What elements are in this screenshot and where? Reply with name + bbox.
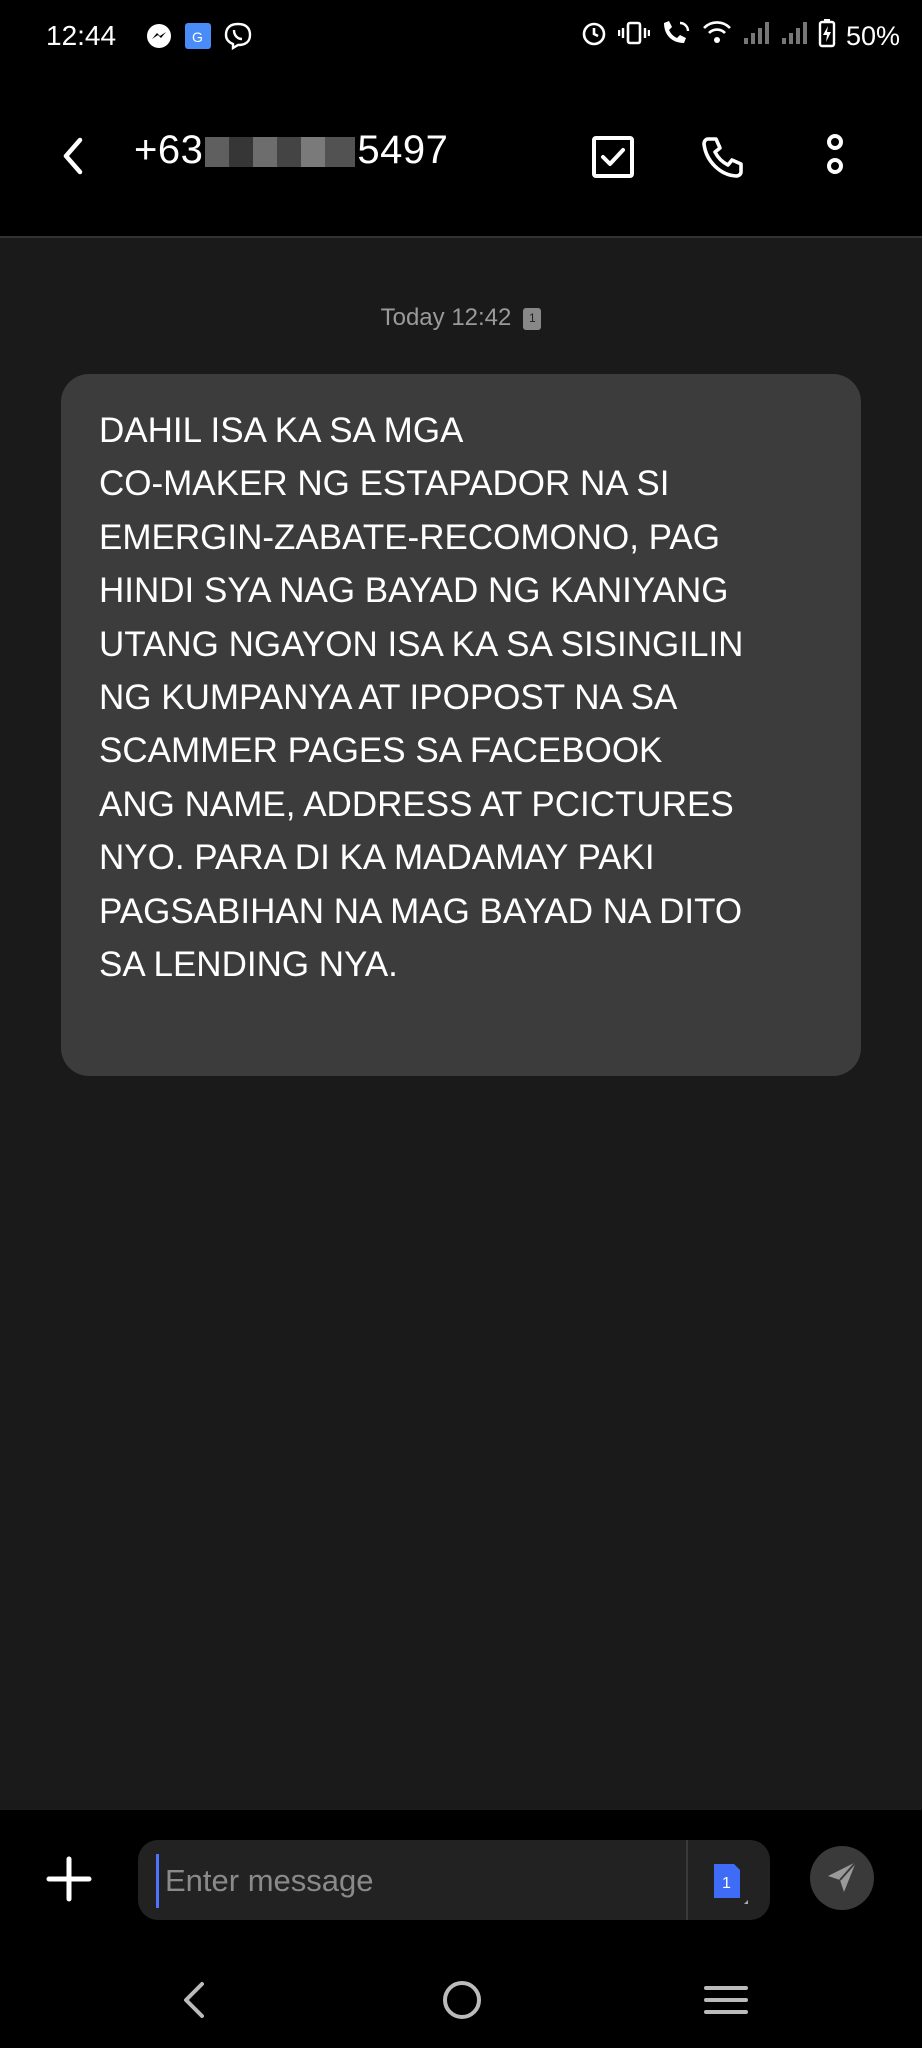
more-options-button[interactable] [812,134,858,180]
contact-number[interactable]: +63 5497 [134,128,448,173]
call-button[interactable] [700,134,746,180]
message-timestamp: Today 12:42 1 [0,304,922,332]
checkbox-icon [592,136,634,178]
contact-number-prefix: +63 [134,128,204,172]
more-vertical-icon [827,134,843,174]
send-button[interactable] [810,1846,874,1910]
sim-label: 1 [529,310,536,325]
back-chevron-icon [184,1982,204,2018]
menu-icon [704,1986,748,2014]
viber-icon [224,22,252,50]
battery-percent: 50% [845,21,900,51]
messenger-icon [146,23,172,49]
wifi-call-icon [660,19,692,54]
phone-icon [702,137,743,178]
chevron-left-icon [63,137,83,175]
message-input[interactable] [156,1854,707,1908]
conversation-header: +63 5497 [0,76,922,238]
vibrate-icon [617,19,651,54]
signal-icon [742,20,770,53]
battery-charging-icon [818,18,836,55]
sim-card-icon: 1 [523,307,542,330]
signal-icon [780,20,808,53]
wifi-icon [702,19,732,54]
system-status: 50% [580,18,900,55]
status-time: 12:44 [46,20,117,51]
back-button[interactable] [54,134,94,178]
send-icon [828,1861,857,1892]
google-translate-icon: G [184,22,212,50]
sim-select-button[interactable]: 1 [704,1860,752,1908]
message-text: DAHIL ISA KA SA MGA CO-MAKER NG ESTAPADO… [99,411,744,985]
alarm-icon [580,19,608,54]
plus-icon [46,1856,92,1902]
message-bubble[interactable]: DAHIL ISA KA SA MGA CO-MAKER NG ESTAPADO… [61,374,861,1076]
timestamp-text: Today 12:42 [380,304,512,331]
attach-button[interactable] [44,1854,94,1904]
status-bar: 12:44 G 50% [0,0,922,76]
home-circle-icon [443,1981,481,2019]
sim-card-icon: 1 [714,1864,748,1904]
svg-text:G: G [192,29,203,45]
contact-number-suffix: 5497 [357,128,449,172]
select-button[interactable] [590,134,636,180]
message-composer: 1 [0,1810,922,1948]
notification-icons: G [146,22,252,50]
redacted-digits [205,137,356,168]
message-input-container: 1 [138,1840,770,1920]
nav-back-button[interactable] [172,1978,220,2022]
nav-menu-button[interactable] [702,1978,750,2022]
input-divider [686,1840,688,1920]
navigation-bar [0,1948,922,2048]
nav-home-button[interactable] [438,1978,486,2022]
composer-sim-label: 1 [722,1875,731,1892]
message-thread[interactable]: Today 12:42 1 DAHIL ISA KA SA MGA CO-MAKE… [0,238,922,1810]
